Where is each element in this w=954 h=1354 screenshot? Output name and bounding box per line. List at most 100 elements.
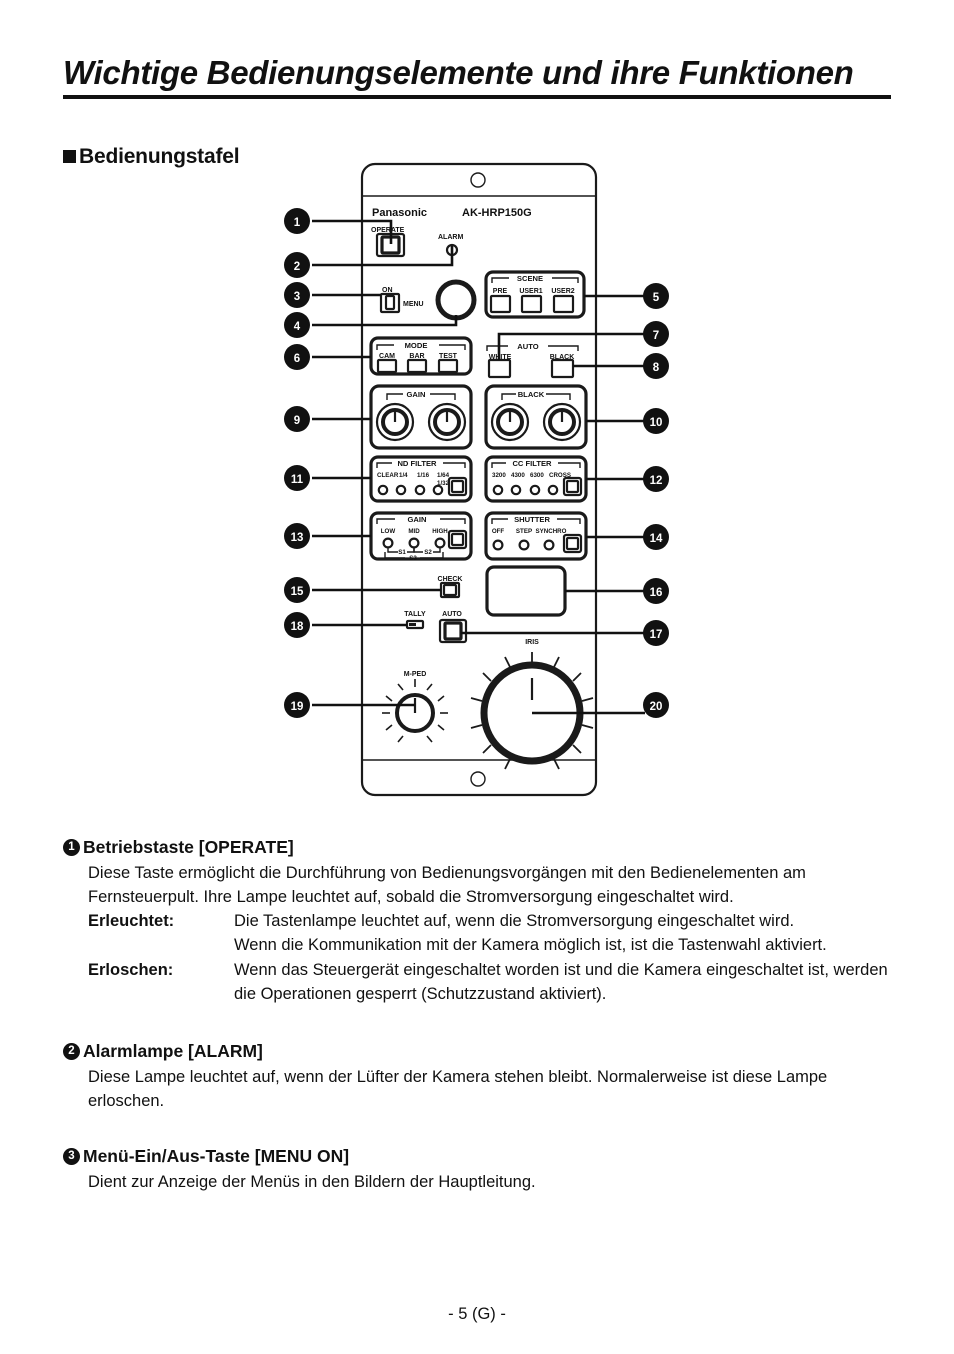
nd-led-1 — [377, 484, 389, 496]
definition-row: Erleuchtet: Die Tastenlampe leuchtet auf… — [88, 909, 893, 958]
nd-led-3 — [414, 484, 426, 496]
check-button[interactable] — [442, 583, 458, 597]
item-2-heading: 2 Alarmlampe [ALARM] — [63, 1040, 893, 1064]
auto-black-button[interactable] — [550, 358, 575, 379]
scene-group-label: SCENE — [517, 274, 543, 283]
nd-filter-button[interactable] — [450, 479, 465, 494]
mode-bar-button[interactable] — [406, 358, 428, 374]
item-3-heading-label: Menü-Ein/Aus-Taste [MENU ON] — [83, 1146, 350, 1167]
manual-page: Wichtige Bedienungselemente und ihre Fun… — [0, 0, 954, 1354]
nd-64-label: 1/64 — [437, 472, 450, 479]
tally-label: TALLY — [404, 611, 426, 618]
iris-label: IRIS — [525, 639, 539, 646]
shutter-led-step — [518, 539, 530, 551]
gain-s2-label: S2 — [424, 549, 432, 556]
m-ped-label: M-PED — [404, 671, 427, 678]
scene-user2-label: USER2 — [551, 288, 574, 295]
cc-led-1 — [492, 484, 504, 496]
shutter-led-synchro — [543, 539, 555, 551]
iris-auto-label: AUTO — [442, 611, 462, 618]
gain-select-button[interactable] — [450, 532, 465, 547]
page-number: - 5 (G) - — [448, 1305, 506, 1323]
scene-user1-label: USER1 — [519, 288, 542, 295]
item-1-body: Diese Taste ermöglicht die Durchführung … — [88, 861, 893, 1007]
svg-text:4: 4 — [294, 321, 301, 333]
definition-row: Erloschen: Wenn das Steuergerät eingesch… — [88, 958, 893, 1007]
menu-on-button[interactable] — [384, 294, 396, 311]
shutter-synchro-label: SYNCHRO — [536, 528, 567, 535]
svg-text:8: 8 — [653, 362, 660, 374]
alarm-label: ALARM — [438, 234, 463, 241]
scene-pre-button[interactable] — [489, 294, 512, 314]
shutter-step-label: STEP — [516, 528, 532, 535]
cc-6300-label: 6300 — [530, 472, 544, 479]
gain-select-group-label: GAIN — [408, 515, 427, 524]
model-label: AK-HRP150G — [462, 207, 532, 219]
tally-lamp-fill — [409, 623, 416, 626]
svg-text:6: 6 — [294, 353, 300, 365]
shutter-off-label: OFF — [492, 528, 505, 535]
gain-high-label: HIGH — [432, 528, 448, 535]
nd-clear-label: CLEAR — [377, 472, 399, 479]
gain-s3-label: S3 — [409, 555, 417, 562]
definition-term: Erloschen: — [88, 960, 174, 979]
cc-filter-button[interactable] — [565, 479, 580, 494]
menu-jog-dial[interactable] — [435, 279, 477, 321]
control-panel-diagram: .st{stroke:#1a1a1a;fill:none;} .thin{str… — [0, 0, 954, 820]
cc-3200-label: 3200 — [492, 472, 506, 479]
shutter-led-off — [492, 539, 504, 551]
definition-desc: Die Tastenlampe leuchtet auf, wenn die S… — [234, 912, 827, 955]
svg-text:2: 2 — [294, 261, 300, 273]
description-item-2: 2 Alarmlampe [ALARM] Diese Lampe leuchte… — [63, 1040, 893, 1113]
callout-bullet-2: 2 — [63, 1043, 80, 1061]
nd-filter-group-label: ND FILTER — [397, 459, 437, 468]
item-2-body: Diese Lampe leuchtet auf, wenn der Lüfte… — [88, 1065, 893, 1114]
svg-text:7: 7 — [653, 330, 659, 342]
mode-test-button[interactable] — [437, 358, 459, 374]
descriptions-list: 1 Betriebstaste [OPERATE] Diese Taste er… — [63, 836, 893, 1200]
item-1-intro: Diese Taste ermöglicht die Durchführung … — [88, 863, 806, 906]
screw-hole-top-icon — [470, 172, 486, 188]
svg-text:15: 15 — [291, 586, 304, 598]
svg-text:12: 12 — [650, 475, 663, 487]
brand-label: Panasonic — [372, 207, 427, 219]
callout-bullet-1: 1 — [63, 839, 80, 856]
svg-text:16: 16 — [650, 587, 663, 599]
svg-text:10: 10 — [650, 417, 663, 429]
svg-text:13: 13 — [291, 532, 304, 544]
gain-mid-label: MID — [408, 528, 420, 535]
svg-text:11: 11 — [291, 474, 304, 486]
scene-pre-label: PRE — [493, 288, 508, 295]
page-footer: - 5 (G) - — [0, 1305, 954, 1324]
gain-s1-label: S1 — [398, 549, 406, 556]
shutter-button[interactable] — [565, 536, 580, 551]
scene-user1-button[interactable] — [520, 294, 543, 314]
svg-text:3: 3 — [294, 291, 300, 303]
item-3-body: Dient zur Anzeige der Menüs in den Bilde… — [88, 1170, 893, 1194]
svg-text:14: 14 — [650, 533, 663, 545]
auto-white-button[interactable] — [487, 358, 512, 379]
gain-low-label: LOW — [381, 528, 396, 535]
black-knob-group-label: BLACK — [518, 390, 545, 399]
definition-desc: Wenn das Steuergerät eingeschaltet worde… — [234, 960, 888, 1003]
mode-group-label: MODE — [405, 341, 428, 350]
iris-auto-button[interactable] — [443, 621, 463, 641]
cc-led-2 — [510, 484, 522, 496]
mode-cam-button[interactable] — [376, 358, 398, 374]
item-1-heading: 1 Betriebstaste [OPERATE] — [63, 836, 893, 860]
status-display-panel — [485, 565, 567, 617]
description-item-3: 3 Menü-Ein/Aus-Taste [MENU ON] Dient zur… — [63, 1145, 893, 1194]
svg-text:1: 1 — [294, 217, 301, 229]
item-3-intro: Dient zur Anzeige der Menüs in den Bilde… — [88, 1172, 536, 1191]
gain-knob-group-label: GAIN — [407, 390, 426, 399]
scene-user2-button[interactable] — [552, 294, 575, 314]
item-1-heading-label: Betriebstaste [OPERATE] — [83, 837, 294, 857]
callouts-left: 1 2 3 4 6 9 11 13 15 18 19 — [284, 208, 310, 718]
callouts-right: 5 7 8 10 12 14 16 17 20 — [643, 283, 669, 718]
iris-knob-ticks — [470, 652, 594, 770]
leader-line-4 — [312, 315, 458, 327]
shutter-group-label: SHUTTER — [514, 515, 550, 524]
svg-text:17: 17 — [650, 629, 663, 641]
